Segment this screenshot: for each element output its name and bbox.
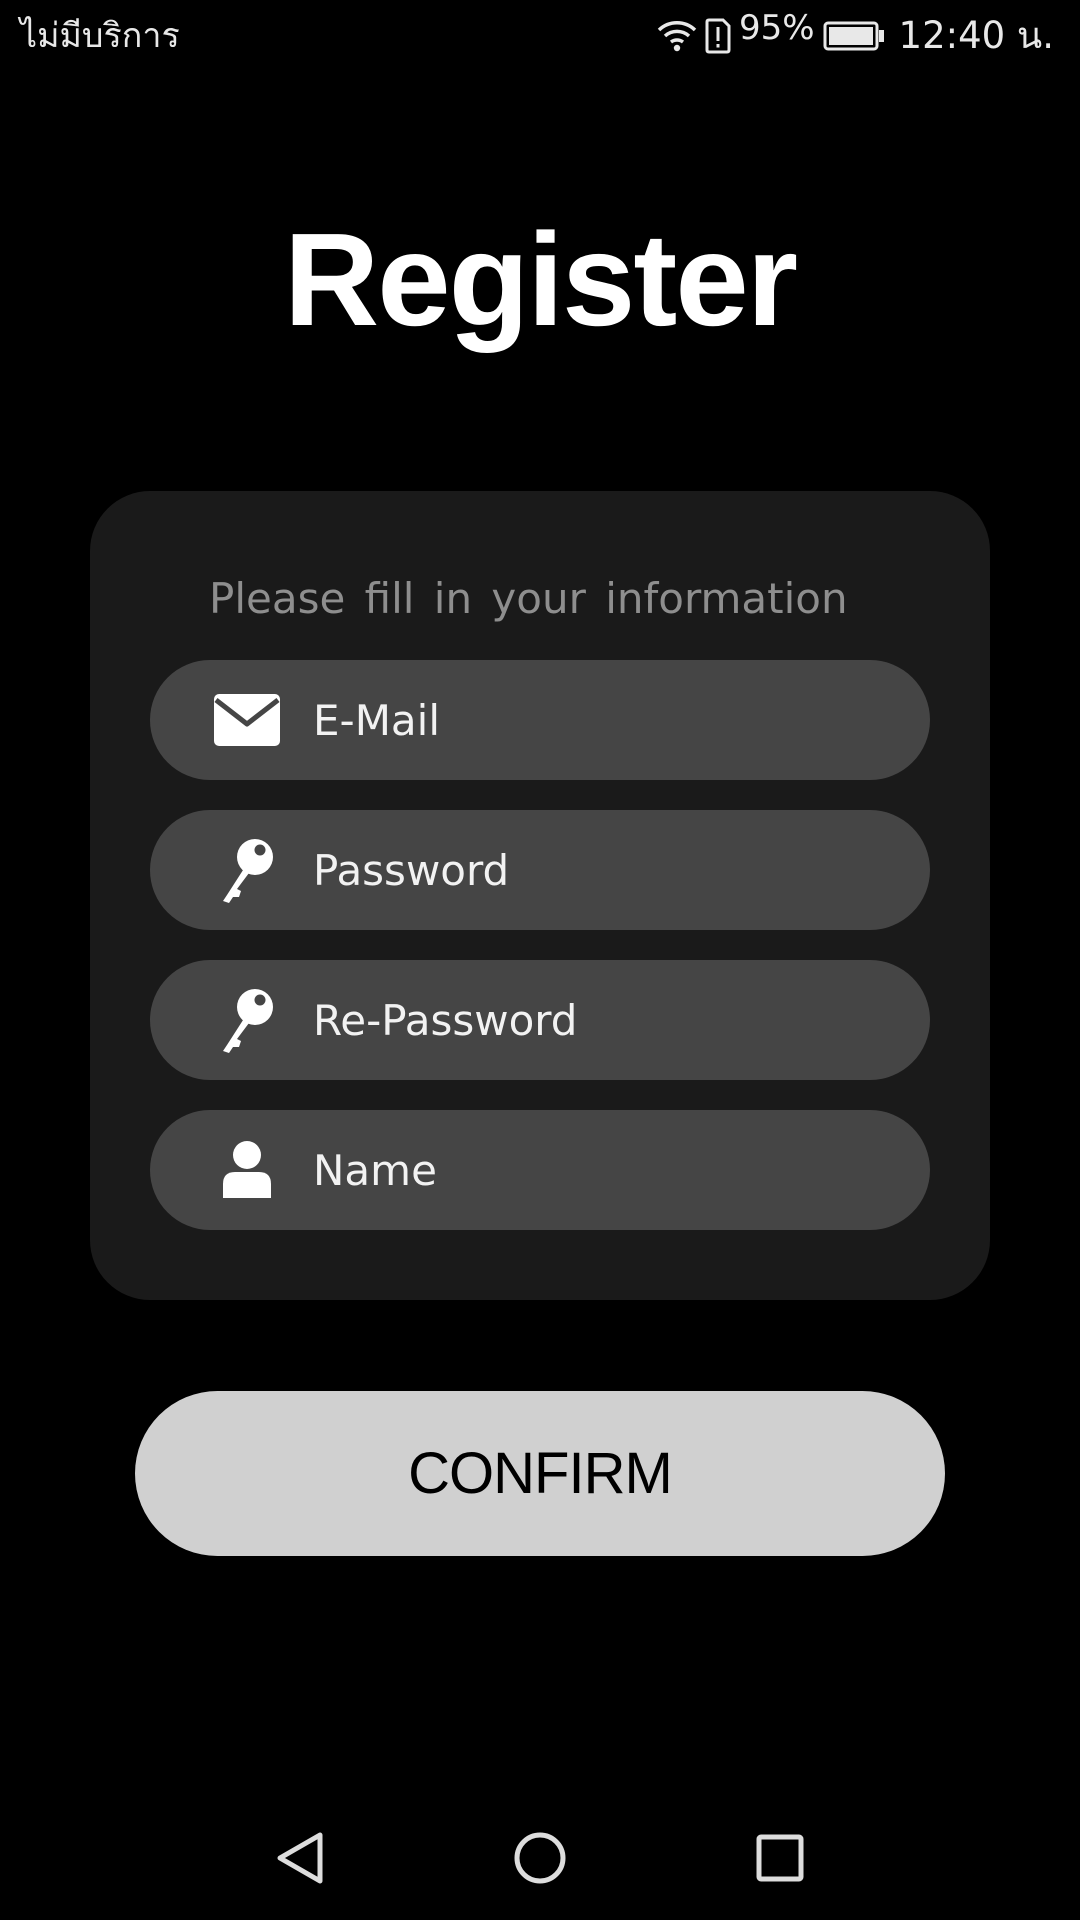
register-form-card: Please fill in your information: [90, 491, 990, 1300]
password-input[interactable]: [313, 830, 893, 910]
re-password-field[interactable]: [150, 960, 930, 1080]
status-icons: 95% 12:40 น.: [657, 8, 1054, 62]
navigation-bar: [0, 1800, 1080, 1920]
name-field[interactable]: [150, 1110, 930, 1230]
form-hint: Please fill in your information: [209, 574, 848, 623]
home-button[interactable]: [480, 1800, 600, 1920]
key-icon: [214, 989, 280, 1053]
page-title: Register: [283, 206, 798, 353]
recents-button[interactable]: [720, 1800, 840, 1920]
name-input[interactable]: [313, 1130, 893, 1210]
confirm-label: CONFIRM: [408, 1441, 673, 1506]
carrier-label: ไม่มีบริการ: [20, 16, 180, 56]
home-icon: [513, 1831, 567, 1889]
battery-percent: 95%: [738, 8, 815, 48]
mail-icon: [214, 690, 280, 750]
recents-icon: [756, 1834, 804, 1886]
key-icon: [214, 839, 280, 903]
status-bar: ไม่มีบริการ 95% 12:40 น.: [0, 0, 1080, 72]
back-button[interactable]: [240, 1800, 360, 1920]
email-input[interactable]: [313, 680, 893, 760]
confirm-button[interactable]: CONFIRM: [135, 1391, 945, 1556]
password-field[interactable]: [150, 810, 930, 930]
back-icon: [276, 1831, 324, 1889]
sim-alert-icon: [705, 18, 731, 54]
wifi-icon: [657, 19, 697, 53]
email-field[interactable]: [150, 660, 930, 780]
clock: 12:40 น.: [898, 14, 1054, 57]
person-icon: [214, 1140, 280, 1200]
re-password-input[interactable]: [313, 980, 893, 1060]
battery-icon: [823, 21, 885, 51]
